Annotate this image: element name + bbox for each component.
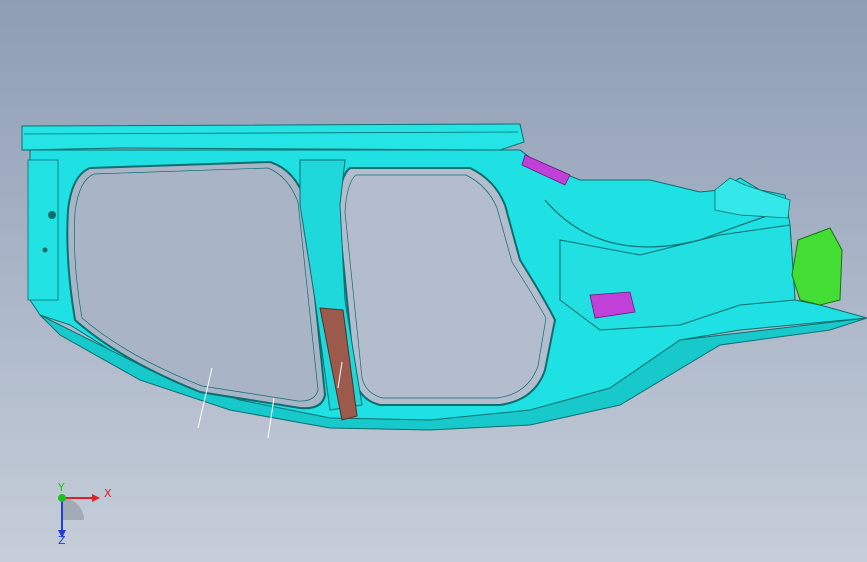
- front-hinge-area: [27, 159, 59, 301]
- roof-rail: [21, 123, 525, 151]
- coordinate-triad: X Y Z: [40, 480, 120, 550]
- front-hole: [48, 211, 56, 219]
- body-side-model[interactable]: [0, 0, 867, 562]
- y-axis-label: Y: [58, 481, 65, 494]
- bracket-green: [791, 227, 843, 306]
- cad-viewport[interactable]: X Y Z: [0, 0, 867, 562]
- rear-bracket: [714, 177, 791, 219]
- z-axis-label: Z: [58, 534, 66, 547]
- front-door-opening: [66, 160, 327, 410]
- x-axis-label: X: [104, 487, 112, 500]
- front-hole-2: [42, 247, 48, 253]
